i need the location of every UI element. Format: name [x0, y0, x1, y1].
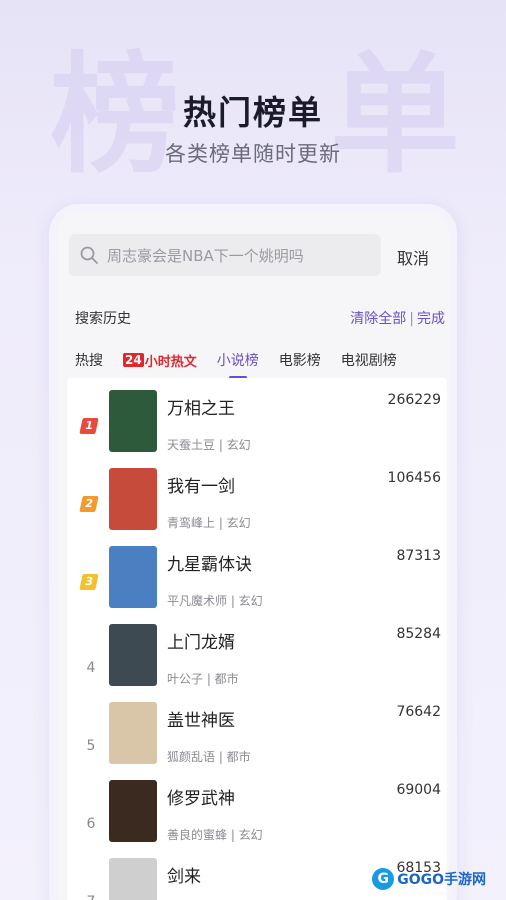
book-title: 万相之王	[167, 399, 235, 419]
gogo-logo-icon: G	[372, 868, 395, 890]
watermark-logo: G GOGO手游网	[372, 868, 486, 890]
book-count: 87313	[396, 548, 441, 564]
ranking-tabs: 热搜 24 小时热文 小说榜 电影榜 电视剧榜	[75, 350, 445, 379]
book-title: 我有一剑	[167, 477, 235, 497]
rank-badge: 2	[79, 496, 99, 512]
book-count: 76642	[396, 704, 441, 720]
book-title: 剑来	[167, 867, 201, 887]
book-meta: 狐颜乱语 | 都市	[167, 750, 251, 764]
tab-24h-hot[interactable]: 24 小时热文	[123, 351, 197, 370]
search-icon	[80, 246, 98, 264]
book-cover	[109, 468, 157, 530]
book-meta: 善良的蜜蜂 | 玄幻	[167, 828, 263, 842]
tab-tv-drama[interactable]: 电视剧榜	[341, 350, 397, 370]
phone-frame: 周志豪会是NBA下一个姚明吗 取消 搜索历史 清除全部 | 完成 热搜 24 小时热文…	[49, 204, 457, 900]
page-title: 热门榜单	[183, 93, 323, 132]
tab-hot-search[interactable]: 热搜	[75, 350, 103, 370]
watermark-text: GOGO手游网	[397, 872, 486, 888]
history-actions: 清除全部 | 完成	[350, 308, 445, 328]
book-count: 69004	[396, 782, 441, 798]
book-meta: 平凡魔术师 | 玄幻	[167, 594, 263, 608]
list-item[interactable]: 1 万相之王 天蚕土豆 | 玄幻 266229	[67, 390, 447, 468]
done-button[interactable]: 完成	[417, 311, 445, 327]
list-item[interactable]: 5 盖世神医 狐颜乱语 | 都市 76642	[67, 702, 447, 780]
book-meta: 叶公子 | 都市	[167, 672, 239, 686]
tab-novel[interactable]: 小说榜	[217, 350, 259, 379]
book-cover	[109, 702, 157, 764]
book-cover	[109, 780, 157, 842]
rank-number: 5	[86, 738, 96, 754]
list-item[interactable]: 6 修罗武神 善良的蜜蜂 | 玄幻 69004	[67, 780, 447, 858]
badge-24: 24	[123, 353, 144, 367]
book-cover	[109, 390, 157, 452]
list-item[interactable]: 3 九星霸体诀 平凡魔术师 | 玄幻 87313	[67, 546, 447, 624]
rank-number: 4	[86, 660, 96, 676]
book-meta: 青鸾峰上 | 玄幻	[167, 516, 251, 530]
book-count: 85284	[396, 626, 441, 642]
book-title: 上门龙婿	[167, 633, 235, 653]
list-item[interactable]: 4 上门龙婿 叶公子 | 都市 85284	[67, 624, 447, 702]
book-meta: 天蚕土豆 | 玄幻	[167, 438, 251, 452]
cancel-button[interactable]: 取消	[397, 245, 429, 269]
book-title: 九星霸体诀	[167, 555, 252, 575]
book-title: 修罗武神	[167, 789, 235, 809]
rank-number: 6	[86, 816, 96, 832]
rank-badge: 3	[79, 574, 99, 590]
search-history-title: 搜索历史	[75, 311, 131, 327]
page-subtitle: 各类榜单随时更新	[165, 142, 341, 166]
divider: |	[409, 311, 414, 327]
book-cover	[109, 546, 157, 608]
book-cover	[109, 624, 157, 686]
book-count: 106456	[387, 470, 441, 486]
book-ranking-list: 1 万相之王 天蚕土豆 | 玄幻 266229 2 我有一剑 青鸾峰上 | 玄幻…	[67, 378, 447, 900]
search-input[interactable]: 周志豪会是NBA下一个姚明吗	[69, 234, 381, 276]
rank-number: 7	[81, 894, 101, 900]
book-cover	[109, 858, 157, 900]
book-title: 盖世神医	[167, 711, 235, 731]
list-item[interactable]: 2 我有一剑 青鸾峰上 | 玄幻 106456	[67, 468, 447, 546]
tab-24h-label: 小时热文	[144, 354, 197, 370]
rank-badge: 1	[79, 418, 99, 434]
search-placeholder: 周志豪会是NBA下一个姚明吗	[107, 246, 304, 265]
tab-movie[interactable]: 电影榜	[279, 350, 321, 370]
clear-all-button[interactable]: 清除全部	[350, 311, 406, 327]
search-history-header: 搜索历史 清除全部 | 完成	[75, 308, 445, 328]
book-count: 266229	[387, 392, 441, 408]
